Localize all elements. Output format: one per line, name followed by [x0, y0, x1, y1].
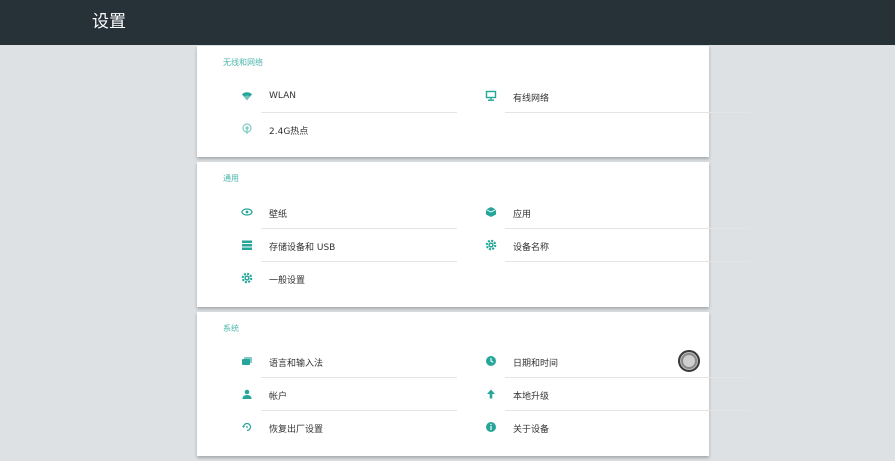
settings-item-label: 一般设置 — [269, 276, 306, 286]
clock-icon — [485, 355, 497, 367]
wifi-icon — [241, 90, 253, 102]
eye-icon — [241, 206, 253, 218]
settings-item-general[interactable]: 一般设置 — [229, 262, 417, 295]
settings-item-local-upgrade[interactable]: 本地升级 — [473, 378, 751, 411]
settings-item-label: 应用 — [513, 210, 532, 220]
settings-item-storage-usb[interactable]: 存储设备和 USB — [229, 229, 457, 262]
settings-item-label: WLAN — [269, 91, 297, 101]
apps-icon — [485, 206, 497, 218]
account-icon — [241, 388, 253, 400]
storage-icon — [241, 239, 253, 251]
settings-item-wallpaper[interactable]: 壁纸 — [229, 196, 457, 229]
settings-item-account[interactable]: 帐户 — [229, 378, 457, 411]
settings-item-device-name[interactable]: 设备名称 — [473, 229, 751, 262]
settings-item-label: 2.4G热点 — [269, 127, 309, 137]
settings-item-hotspot[interactable]: 2.4G热点 — [229, 113, 417, 146]
settings-item-label: 存储设备和 USB — [269, 243, 336, 253]
settings-item-label: 关于设备 — [513, 425, 550, 435]
settings-item-wlan[interactable]: WLAN — [229, 80, 457, 113]
ethernet-icon — [485, 90, 497, 102]
restore-icon — [241, 421, 253, 433]
settings-item-factory-reset[interactable]: 恢复出厂设置 — [229, 411, 417, 444]
gear-icon — [241, 272, 253, 284]
section-title: 系统 — [223, 324, 239, 333]
settings-item-label: 帐户 — [269, 392, 288, 402]
settings-item-label: 有线网络 — [513, 94, 550, 104]
gear-icon — [485, 239, 497, 251]
section-system: 系统 语言和输入法 日期和时间 帐户 本地升级 恢复出厂设置 关于设备 — [197, 312, 751, 456]
settings-item-label: 语言和输入法 — [269, 359, 324, 369]
settings-item-ethernet[interactable]: 有线网络 — [473, 80, 751, 113]
settings-item-label: 设备名称 — [513, 243, 550, 253]
keyboard-icon — [241, 355, 253, 367]
settings-item-label: 恢复出厂设置 — [269, 425, 324, 435]
app-header: 设置 — [0, 0, 895, 45]
section-title: 无线和网络 — [223, 58, 263, 67]
info-icon — [485, 421, 497, 433]
settings-item-apps[interactable]: 应用 — [473, 196, 751, 229]
settings-item-language-input[interactable]: 语言和输入法 — [229, 345, 457, 378]
settings-item-label: 壁纸 — [269, 210, 288, 220]
upgrade-icon — [485, 388, 497, 400]
settings-item-about-device[interactable]: 关于设备 — [473, 411, 661, 444]
section-title: 通用 — [223, 174, 239, 183]
settings-item-label: 本地升级 — [513, 392, 550, 402]
page-title: 设置 — [92, 12, 126, 32]
settings-item-date-time[interactable]: 日期和时间 — [473, 345, 751, 378]
section-wireless-network: 无线和网络 WLAN 有线网络 2.4G热点 — [197, 46, 751, 157]
settings-item-label: 日期和时间 — [513, 359, 559, 369]
hotspot-icon — [241, 123, 253, 135]
section-general: 通用 壁纸 应用 存储设备和 USB 设备名称 一般设置 — [197, 162, 751, 307]
scroll-handle[interactable] — [678, 350, 700, 372]
